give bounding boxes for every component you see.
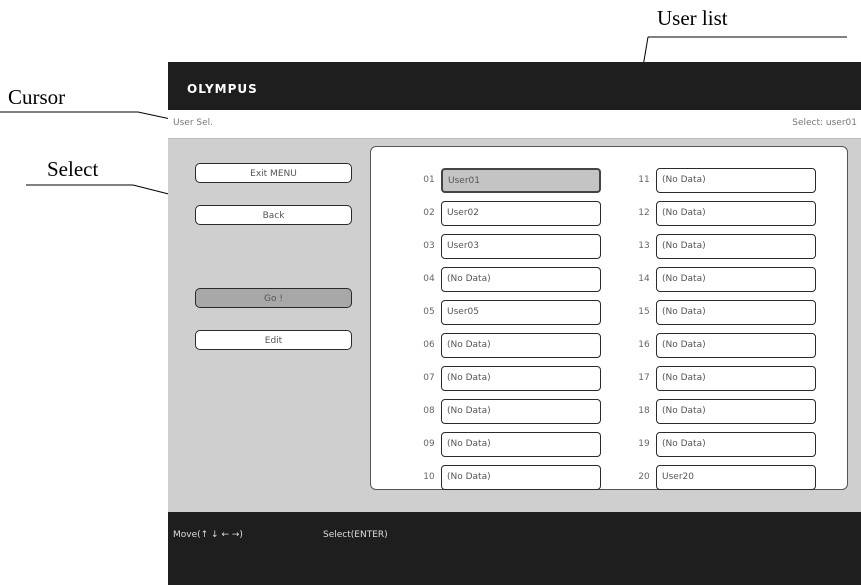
row-number: 10: [423, 472, 435, 482]
row-number: 09: [423, 439, 435, 449]
row-number: 03: [423, 241, 435, 251]
user-slot-10[interactable]: (No Data): [441, 465, 601, 490]
move-hint: Move(↑ ↓ ← →): [173, 530, 243, 540]
user-slot-16[interactable]: (No Data): [656, 333, 816, 358]
row-number: 07: [423, 373, 435, 383]
help-bar: Move(↑ ↓ ← →) Select(ENTER): [168, 512, 861, 585]
user-slot-02[interactable]: User02: [441, 201, 601, 226]
row-number: 17: [638, 373, 650, 383]
row-number: 19: [638, 439, 650, 449]
row-number: 20: [638, 472, 650, 482]
device-screen: OLYMPUS User Sel. Select: user01 Exit ME…: [168, 62, 861, 585]
user-slot-07[interactable]: (No Data): [441, 366, 601, 391]
user-slot-09[interactable]: (No Data): [441, 432, 601, 457]
select-hint: Select(ENTER): [323, 530, 388, 540]
user-slot-20[interactable]: User20: [656, 465, 816, 490]
user-slot-17[interactable]: (No Data): [656, 366, 816, 391]
user-slot-08[interactable]: (No Data): [441, 399, 601, 424]
row-number: 04: [423, 274, 435, 284]
user-slot-15[interactable]: (No Data): [656, 300, 816, 325]
row-number: 01: [423, 175, 435, 185]
back-button[interactable]: Back: [195, 205, 352, 225]
row-number: 08: [423, 406, 435, 416]
row-number: 15: [638, 307, 650, 317]
olympus-logo: OLYMPUS: [187, 82, 258, 96]
callout-user-list: User list: [657, 6, 728, 30]
row-number: 16: [638, 340, 650, 350]
user-slot-04[interactable]: (No Data): [441, 267, 601, 292]
user-slot-12[interactable]: (No Data): [656, 201, 816, 226]
title-bar: User Sel. Select: user01: [168, 110, 861, 139]
user-slot-01[interactable]: User01: [441, 168, 601, 193]
row-number: 18: [638, 406, 650, 416]
row-number: 05: [423, 307, 435, 317]
user-slot-05[interactable]: User05: [441, 300, 601, 325]
user-slot-14[interactable]: (No Data): [656, 267, 816, 292]
top-bar: OLYMPUS: [168, 62, 861, 110]
row-number: 11: [638, 175, 650, 185]
go-button[interactable]: Go !: [195, 288, 352, 308]
callout-select: Select: [47, 157, 99, 181]
row-number: 12: [638, 208, 650, 218]
user-slot-13[interactable]: (No Data): [656, 234, 816, 259]
row-number: 13: [638, 241, 650, 251]
callout-cursor: Cursor: [8, 85, 66, 109]
selected-user-status: Select: user01: [792, 118, 857, 128]
row-number: 02: [423, 208, 435, 218]
user-slot-19[interactable]: (No Data): [656, 432, 816, 457]
user-slot-06[interactable]: (No Data): [441, 333, 601, 358]
user-list-panel: 01 User01 02 User02 03 User03 04 (No Dat…: [370, 146, 848, 490]
user-slot-11[interactable]: (No Data): [656, 168, 816, 193]
page-title: User Sel.: [173, 118, 213, 128]
edit-button[interactable]: Edit: [195, 330, 352, 350]
row-number: 14: [638, 274, 650, 284]
exit-menu-button[interactable]: Exit MENU: [195, 163, 352, 183]
user-slot-03[interactable]: User03: [441, 234, 601, 259]
row-number: 06: [423, 340, 435, 350]
user-slot-18[interactable]: (No Data): [656, 399, 816, 424]
